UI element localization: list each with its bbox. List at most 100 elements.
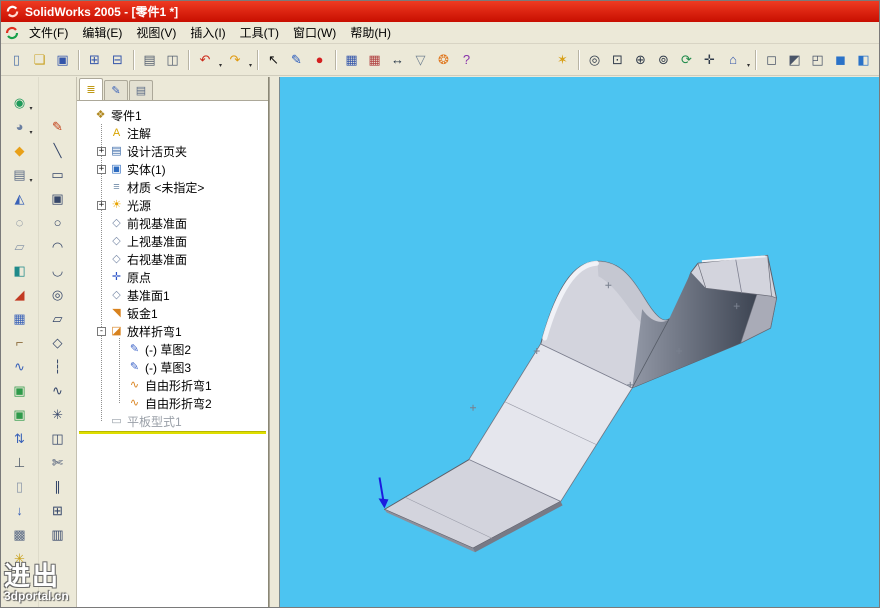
bent-bar-tool-icon[interactable]: ⌐ ▾ — [6, 331, 34, 354]
tree-item-design-binder[interactable]: + ▤ 设计活页夹 — [77, 142, 268, 160]
arc-tool-icon[interactable]: ◠ ▾ — [44, 235, 72, 258]
document-menu-icon[interactable] — [4, 25, 20, 41]
menu-tools[interactable]: 工具(T) — [233, 22, 286, 43]
help-icon[interactable]: ? ▾ — [455, 49, 478, 71]
swap-arrows-tool-icon[interactable]: ⇅ ▾ — [6, 427, 34, 450]
tree-item-origin[interactable]: ✛ 原点 — [77, 268, 268, 286]
circle-tool-icon[interactable]: ○ ▾ — [44, 211, 72, 234]
save-icon[interactable]: ▣ ▾ — [51, 49, 74, 71]
tree-item-front-plane[interactable]: ◇ 前视基准面 — [77, 214, 268, 232]
viewport-canvas[interactable] — [280, 77, 879, 607]
tree-item-sketch3[interactable]: ✎ (-) 草图3 — [77, 358, 268, 376]
tree-expander-icon[interactable]: + — [97, 146, 106, 156]
open-folder-icon[interactable]: ❏ ▾ — [28, 49, 51, 71]
panel-grid-tool-icon[interactable]: ▤ ▾ — [6, 163, 34, 186]
rollback-bar[interactable] — [79, 431, 266, 434]
tree-item-lighting[interactable]: + ☀ 光源 — [77, 196, 268, 214]
tree-item-freeform-bend2[interactable]: ∿ 自由形折弯2 — [77, 394, 268, 412]
hatch-tool-icon[interactable]: ▩ ▾ — [6, 523, 34, 546]
tree-item-freeform-bend1[interactable]: ∿ 自由形折弯1 — [77, 376, 268, 394]
spline-tool-icon[interactable]: ∿ ▾ — [44, 379, 72, 402]
graphics-area[interactable] — [279, 77, 879, 607]
redo-icon[interactable]: ↷ ▾ — [223, 49, 253, 71]
shaded-sphere-tool-icon[interactable]: ◕ ▾ — [6, 115, 34, 138]
zoom-to-fit-icon[interactable]: ◎ ▾ — [583, 49, 606, 71]
polygon-tool-icon[interactable]: ◇ ▾ — [44, 331, 72, 354]
configurationmanager-tab[interactable]: ▤ — [129, 80, 153, 100]
propertymanager-tab[interactable]: ✎ — [104, 80, 128, 100]
wave-tool-icon[interactable]: ∿ ▾ — [6, 355, 34, 378]
tree-item-annotations[interactable]: A 注解 — [77, 124, 268, 142]
menu-insert[interactable]: 插入(I) — [183, 22, 232, 43]
shaded-icon[interactable]: ◼ ▾ — [829, 49, 852, 71]
window-titlebar[interactable]: SolidWorks 2005 - [零件1 *] — [1, 1, 879, 22]
zoom-to-area-icon[interactable]: ⊡ ▾ — [606, 49, 629, 71]
green-panel-tool-icon[interactable]: ▣ ▾ — [6, 379, 34, 402]
new-document-icon[interactable]: ▯ ▾ — [5, 49, 28, 71]
print-preview-icon[interactable]: ◫ ▾ — [161, 49, 184, 71]
parallelogram-tool-icon[interactable]: ▱ ▾ — [44, 307, 72, 330]
pan-icon[interactable]: ✛ ▾ — [698, 49, 721, 71]
tree-item-lofted-bend1[interactable]: - ◪ 放样折弯1 — [77, 322, 268, 340]
select-cursor-icon[interactable]: ↖ ▾ — [262, 49, 285, 71]
hidden-lines-removed-icon[interactable]: ◰ ▾ — [806, 49, 829, 71]
centerline-tool-icon[interactable]: ┆ ▾ — [44, 355, 72, 378]
tree-item-material[interactable]: ≡ 材质 <未指定> — [77, 178, 268, 196]
red-sphere-icon[interactable]: ● ▾ — [308, 49, 331, 71]
menu-view[interactable]: 视图(V) — [129, 22, 183, 43]
zoom-to-selection-icon[interactable]: ⊚ ▾ — [652, 49, 675, 71]
tree-item-plane1[interactable]: ◇ 基准面1 — [77, 286, 268, 304]
blue-grid-tool-icon[interactable]: ▦ ▾ — [6, 307, 34, 330]
zoom-in-out-icon[interactable]: ⊕ ▾ — [629, 49, 652, 71]
excel-table-icon[interactable]: ▦ ▾ — [363, 49, 386, 71]
selection-filter-icon[interactable]: ▽ ▾ — [409, 49, 432, 71]
teal-box-tool-icon[interactable]: ◧ ▾ — [6, 259, 34, 282]
green-panel-tool-icon-2[interactable]: ▣ ▾ — [6, 403, 34, 426]
design-table-icon[interactable]: ▦ ▾ — [340, 49, 363, 71]
menu-help[interactable]: 帮助(H) — [343, 22, 398, 43]
tree-item-right-plane[interactable]: ◇ 右视基准面 — [77, 250, 268, 268]
menu-file[interactable]: 文件(F) — [22, 22, 75, 43]
tree-item-solid-bodies[interactable]: + ▣ 实体(1) — [77, 160, 268, 178]
line-tool-icon[interactable]: ╲ ▾ — [44, 139, 72, 162]
tree-item-flat-pattern1[interactable]: ▭ 平板型式1 — [77, 412, 268, 430]
point-tool-icon[interactable]: ✳ ▾ — [44, 403, 72, 426]
down-arrow-tool-icon[interactable]: ↓ ▾ — [6, 499, 34, 522]
section-view-icon[interactable]: ◧ ▾ — [852, 49, 875, 71]
panel-splitter[interactable] — [269, 77, 279, 607]
sketch-pencil-icon[interactable]: ✎ ▾ — [285, 49, 308, 71]
ring-tool-icon[interactable]: ◌ ▾ — [6, 211, 34, 234]
blue-wedge-tool-icon[interactable]: ◭ ▾ — [6, 187, 34, 210]
magic-wand-icon[interactable]: ✶ ▾ — [551, 49, 574, 71]
dimension-icon[interactable]: ↔ ▾ — [386, 49, 409, 71]
menu-edit[interactable]: 编辑(E) — [75, 22, 129, 43]
rotate-view-icon[interactable]: ⟳ ▾ — [675, 49, 698, 71]
make-assembly-icon[interactable]: ⊟ ▾ — [106, 49, 129, 71]
print-icon[interactable]: ▤ ▾ — [138, 49, 161, 71]
sketch-flag-icon[interactable]: ✎ ▾ — [44, 115, 72, 138]
tee-tool-icon[interactable]: ⊥ ▾ — [6, 451, 34, 474]
featuremanager-tab[interactable]: ≣ — [79, 78, 103, 100]
tree-item-sheet-metal1[interactable]: ◥ 钣金1 — [77, 304, 268, 322]
tree-item-part-root[interactable]: ❖ 零件1 — [77, 106, 268, 124]
red-wedge-tool-icon[interactable]: ◢ ▾ — [6, 283, 34, 306]
tree-expander-icon[interactable]: + — [97, 164, 106, 174]
tree-item-sketch2[interactable]: ✎ (-) 草图2 — [77, 340, 268, 358]
tree-item-top-plane[interactable]: ◇ 上视基准面 — [77, 232, 268, 250]
mirror-tool-icon[interactable]: ◫ ▾ — [44, 427, 72, 450]
appearance-icon[interactable]: ❂ ▾ — [432, 49, 455, 71]
standard-views-icon[interactable]: ⌂ ▾ — [721, 49, 751, 71]
hidden-lines-visible-icon[interactable]: ◩ ▾ — [783, 49, 806, 71]
pale-page-tool-icon[interactable]: ▯ ▾ — [6, 475, 34, 498]
menu-window[interactable]: 窗口(W) — [286, 22, 343, 43]
tree-expander-icon[interactable]: + — [97, 200, 106, 210]
convert-entities-tool-icon[interactable]: ⊞ ▾ — [44, 499, 72, 522]
offset-tool-icon[interactable]: ∥ ▾ — [44, 475, 72, 498]
undo-icon[interactable]: ↶ ▾ — [193, 49, 223, 71]
solidworks-app-icon[interactable] — [5, 4, 20, 19]
trim-tool-icon[interactable]: ✄ ▾ — [44, 451, 72, 474]
rectangle-tool-icon[interactable]: ▭ ▾ — [44, 163, 72, 186]
wireframe-icon[interactable]: ◻ ▾ — [760, 49, 783, 71]
center-rectangle-tool-icon[interactable]: ▣ ▾ — [44, 187, 72, 210]
orange-diamond-tool-icon[interactable]: ◆ ▾ — [6, 139, 34, 162]
